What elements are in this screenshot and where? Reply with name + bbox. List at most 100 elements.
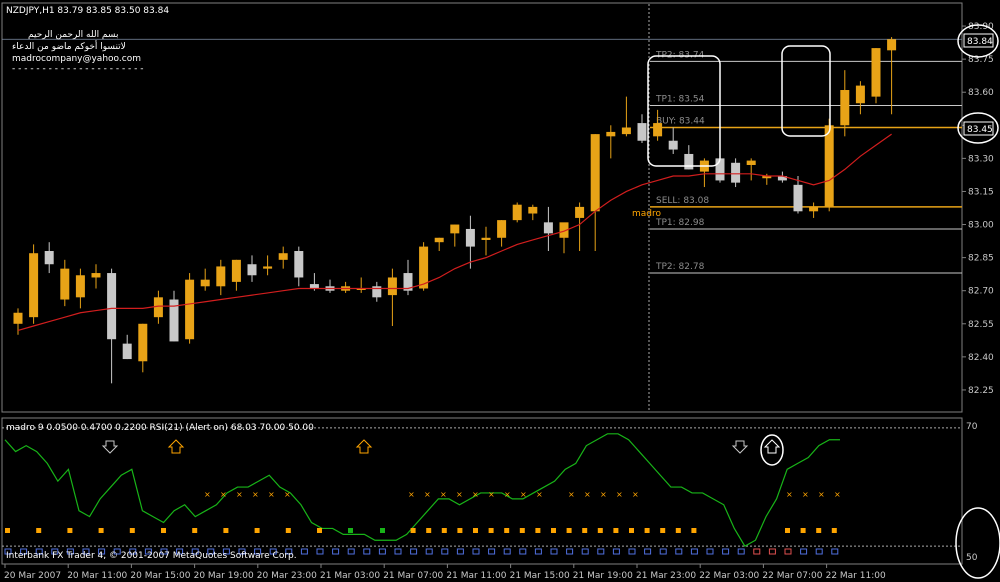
dash-separator: - - - - - - - - - - - - - - - - - - - - …: [12, 64, 144, 74]
x-tick-label: 20 Mar 11:00: [67, 571, 127, 581]
breakout-highlight-box: [781, 45, 831, 137]
y-tick-label: 83.60: [968, 88, 994, 98]
arabic-greeting: بسم الله الرحمن الرحيم: [28, 30, 118, 40]
candle-body: [746, 160, 756, 165]
y-tick-label: 83.90: [968, 22, 994, 32]
signal-box: [784, 548, 792, 555]
level-price-label: 83.45: [967, 125, 993, 135]
candle-body: [216, 266, 226, 287]
signal-box: [737, 548, 745, 555]
candle-body: [44, 251, 54, 265]
signal-cross: ×: [236, 490, 243, 499]
x-tick-label: 21 Mar 19:00: [573, 571, 633, 581]
x-tick-label: 20 Mar 15:00: [130, 571, 190, 581]
signal-square: [644, 528, 650, 533]
signal-square: [629, 528, 634, 533]
signal-square: [785, 528, 790, 533]
signal-square: [441, 528, 447, 533]
signal-box: [347, 548, 355, 555]
signal-square: [36, 528, 42, 533]
signal-box: [394, 548, 402, 555]
candle-body: [434, 237, 444, 243]
signal-square: [675, 528, 681, 533]
candle-body: [731, 162, 741, 183]
signal-box: [300, 548, 308, 555]
candle-body: [887, 39, 897, 51]
signal-cross: ×: [584, 490, 591, 499]
x-tick-label: 20 Mar 23:00: [257, 571, 317, 581]
signal-square: [223, 528, 229, 533]
signal-box: [534, 548, 542, 555]
candle-body: [497, 220, 507, 238]
signal-square: [535, 528, 541, 533]
candle-body: [575, 206, 585, 218]
candle-body: [715, 158, 725, 181]
x-tick-label: 21 Mar 07:00: [383, 571, 443, 581]
signal-square: [161, 528, 166, 533]
signal-box: [800, 548, 808, 555]
x-tick-label: 22 Mar 11:00: [826, 571, 886, 581]
candle-body: [231, 259, 241, 282]
signal-box: [332, 548, 340, 555]
signal-box: [566, 548, 574, 555]
y-tick-label: 82.40: [968, 353, 994, 363]
signal-square: [317, 528, 322, 533]
level-label: TP1: 83.54: [655, 94, 705, 104]
signal-cross: ×: [488, 490, 495, 499]
signal-square: [519, 528, 525, 533]
signal-square-green: [380, 528, 385, 533]
signal-cross: ×: [600, 490, 607, 499]
candle-body: [528, 206, 538, 214]
candle-body: [107, 273, 117, 340]
signal-box: [378, 548, 386, 555]
x-tick-label: 21 Mar 03:00: [320, 571, 380, 581]
signal-box: [503, 548, 511, 555]
signal-box: [425, 548, 433, 555]
candle-body: [481, 237, 491, 240]
signal-square: [816, 528, 822, 533]
rsi-axis-bottom: 50: [966, 553, 978, 563]
candle-body: [278, 253, 288, 260]
signal-cross: ×: [408, 490, 415, 499]
signal-box: [441, 548, 449, 555]
signal-cross: ×: [520, 490, 527, 499]
price-axis: 83.9083.7583.6083.4583.3083.1583.0082.85…: [962, 22, 994, 396]
signal-cross: ×: [220, 490, 227, 499]
indicator-title: madro 9 0.0500 0.4700 0.2200 RSI(21) (Al…: [6, 423, 314, 433]
candle-body: [590, 134, 600, 212]
symbol-header: NZDJPY,H1 83.79 83.85 83.50 83.84: [6, 6, 169, 16]
x-tick-label: 20 Mar 19:00: [194, 571, 254, 581]
signal-cross: ×: [802, 490, 809, 499]
signal-square: [831, 528, 837, 533]
signal-cross: ×: [440, 490, 447, 499]
arrow-down-icon: [101, 440, 119, 454]
candle-body: [855, 85, 865, 104]
signal-square: [129, 528, 135, 533]
signal-box: [675, 548, 683, 555]
target-highlight-box: [647, 55, 721, 167]
y-tick-label: 82.85: [968, 254, 994, 264]
signal-box: [316, 548, 324, 555]
copyright-footer: Interbank FX Trader 4, © 2001-2007 MetaQ…: [6, 551, 297, 561]
signal-box: [581, 548, 589, 555]
signal-box: [628, 548, 636, 555]
candle-body: [263, 266, 273, 269]
signal-cross: ×: [818, 490, 825, 499]
candle-body: [684, 153, 694, 170]
signal-box: [768, 548, 776, 555]
y-tick-label: 83.15: [968, 187, 994, 197]
signal-square: [613, 528, 619, 533]
x-tick-label: 20 Mar 2007: [4, 571, 61, 581]
x-tick-label: 22 Mar 07:00: [762, 571, 822, 581]
signal-cross: ×: [284, 490, 291, 499]
candle-body: [824, 125, 834, 207]
signal-square: [98, 528, 104, 533]
signal-box: [550, 548, 558, 555]
candle-body: [309, 284, 319, 289]
signal-square: [597, 528, 603, 533]
arabic-request: لاتنسوا أخوكم ماضو من الدعاء: [12, 40, 126, 52]
signal-square: [566, 528, 572, 533]
candle-body: [91, 273, 101, 278]
x-tick-label: 21 Mar 11:00: [446, 571, 506, 581]
signal-box: [815, 548, 823, 555]
